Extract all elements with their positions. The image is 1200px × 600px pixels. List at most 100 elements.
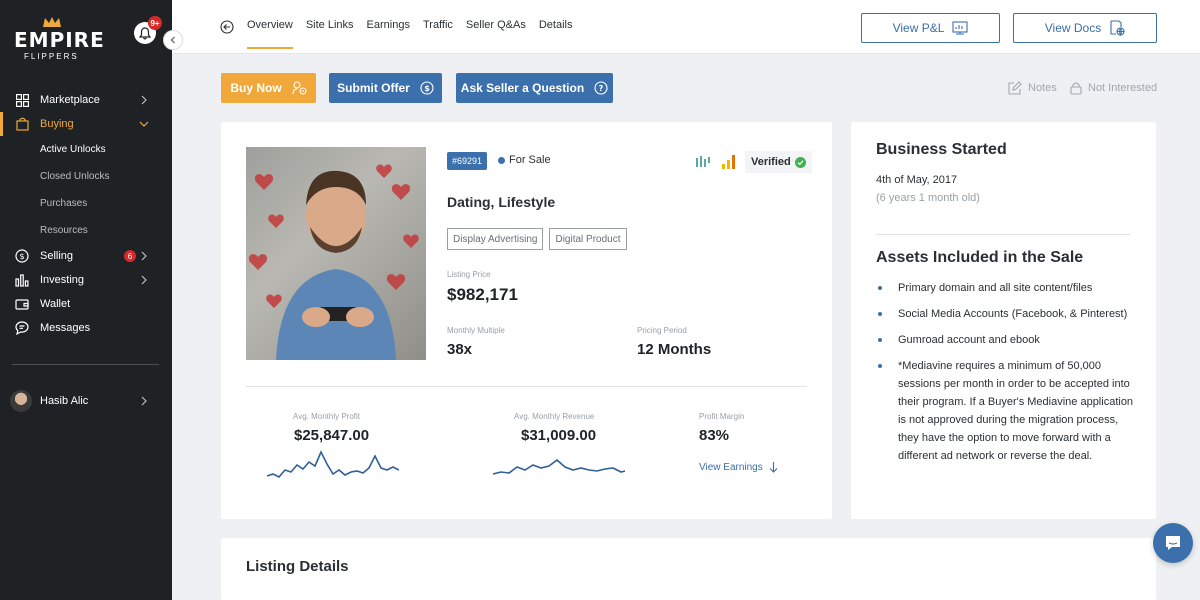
sidebar-divider bbox=[12, 364, 159, 365]
view-docs-button[interactable]: View Docs bbox=[1013, 13, 1157, 43]
logo-tagline: FLIPPERS bbox=[24, 52, 79, 61]
chevron-right-icon bbox=[141, 275, 147, 285]
tab-seller-qas[interactable]: Seller Q&As bbox=[466, 19, 526, 31]
report-icon bbox=[952, 21, 968, 35]
not-interested-button[interactable]: Not Interested bbox=[1070, 81, 1157, 95]
tab-details[interactable]: Details bbox=[539, 19, 573, 31]
sidebar-item-marketplace[interactable]: Marketplace bbox=[0, 88, 172, 112]
dollar-circle-icon: $ bbox=[420, 81, 434, 95]
view-pl-label: View P&L bbox=[892, 21, 945, 35]
tab-overview[interactable]: Overview bbox=[247, 19, 293, 49]
view-earnings-link[interactable]: View Earnings bbox=[699, 461, 778, 473]
view-pl-button[interactable]: View P&L bbox=[861, 13, 1000, 43]
top-bar: Overview Site Links Earnings Traffic Sel… bbox=[172, 0, 1200, 54]
profit-margin: 83% bbox=[699, 427, 730, 444]
submit-offer-label: Submit Offer bbox=[337, 81, 410, 95]
tab-earnings[interactable]: Earnings bbox=[367, 19, 410, 31]
mediavine-icon bbox=[696, 156, 710, 167]
listing-summary-card: #69291 For Sale Verified Dating, Lifesty… bbox=[221, 122, 832, 519]
sidebar-item-buying[interactable]: Buying bbox=[0, 112, 172, 136]
sidebar-item-label: Buying bbox=[40, 118, 74, 130]
listing-niche: Dating, Lifestyle bbox=[447, 194, 556, 210]
wallet-icon bbox=[15, 297, 29, 311]
sidebar-collapse-button[interactable] bbox=[163, 30, 183, 50]
dollar-circle-icon: $ bbox=[15, 249, 29, 263]
user-profile[interactable]: Hasib Alic bbox=[10, 389, 160, 413]
user-cart-icon bbox=[292, 81, 307, 95]
listing-status: For Sale bbox=[498, 154, 551, 166]
list-item: Primary domain and all site content/file… bbox=[876, 279, 1136, 297]
ask-seller-button[interactable]: Ask Seller a Question ? bbox=[456, 73, 613, 103]
back-arrow-icon[interactable] bbox=[220, 20, 234, 34]
notification-count-badge: 9+ bbox=[148, 16, 162, 30]
ask-seller-label: Ask Seller a Question bbox=[460, 81, 585, 95]
business-info-card: Business Started 4th of May, 2017 (6 yea… bbox=[851, 122, 1156, 519]
listing-photo bbox=[246, 147, 426, 360]
docs-globe-icon bbox=[1110, 20, 1125, 36]
avatar bbox=[10, 390, 32, 412]
question-circle-icon: ? bbox=[594, 81, 608, 95]
check-circle-icon bbox=[794, 156, 806, 168]
logo-wordmark: EMPIRE bbox=[14, 28, 105, 52]
avg-revenue-label: Avg. Monthly Revenue bbox=[514, 412, 595, 421]
chat-bubble-icon bbox=[15, 321, 29, 335]
card-divider bbox=[246, 386, 807, 387]
avg-profit-label: Avg. Monthly Profit bbox=[293, 412, 360, 421]
business-age: (6 years 1 month old) bbox=[876, 192, 980, 204]
sidebar-item-selling[interactable]: $ Selling 6 bbox=[0, 244, 172, 268]
sidebar-item-label: Messages bbox=[40, 322, 91, 334]
side-divider bbox=[876, 234, 1130, 235]
listing-details-card: Listing Details bbox=[221, 538, 1156, 600]
chevron-right-icon bbox=[141, 396, 147, 406]
sidebar-subitem-active-unlocks[interactable]: Active Unlocks bbox=[0, 136, 172, 163]
sidebar-subitem-purchases[interactable]: Purchases bbox=[0, 190, 172, 217]
monthly-multiple-label: Monthly Multiple bbox=[447, 326, 505, 335]
monetization-tags: Display Advertising Digital Product bbox=[447, 228, 627, 250]
crown-icon bbox=[43, 17, 61, 27]
monthly-multiple: 38x bbox=[447, 341, 473, 358]
buy-now-label: Buy Now bbox=[230, 81, 282, 95]
chat-support-button[interactable] bbox=[1153, 523, 1193, 563]
profit-sparkline bbox=[267, 450, 399, 478]
verification-badges: Verified bbox=[695, 151, 812, 173]
pricing-period-label: Pricing Period bbox=[637, 326, 687, 335]
verified-badge: Verified bbox=[745, 151, 812, 173]
photo-illustration bbox=[248, 164, 419, 360]
submit-offer-button[interactable]: Submit Offer $ bbox=[329, 73, 442, 103]
bell-icon bbox=[139, 26, 151, 39]
verified-label: Verified bbox=[751, 156, 791, 168]
pricing-period: 12 Months bbox=[637, 341, 712, 358]
assets-list: Primary domain and all site content/file… bbox=[876, 279, 1136, 473]
sidebar-item-investing[interactable]: Investing bbox=[0, 268, 172, 292]
bar-chart-icon bbox=[15, 273, 29, 287]
list-item: Gumroad account and ebook bbox=[876, 331, 1136, 349]
assets-heading: Assets Included in the Sale bbox=[876, 249, 1084, 266]
avg-revenue: $31,009.00 bbox=[521, 427, 597, 444]
profit-margin-label: Profit Margin bbox=[699, 412, 745, 421]
listing-details-heading: Listing Details bbox=[246, 558, 349, 575]
sidebar-item-label: Marketplace bbox=[40, 94, 100, 106]
avg-profit: $25,847.00 bbox=[294, 427, 370, 444]
chevron-down-icon bbox=[139, 121, 149, 127]
notes-button[interactable]: Notes bbox=[1008, 81, 1057, 95]
sidebar-item-wallet[interactable]: Wallet bbox=[0, 292, 172, 316]
tab-traffic[interactable]: Traffic bbox=[423, 19, 453, 31]
notes-label: Notes bbox=[1028, 82, 1057, 94]
grid-icon bbox=[15, 93, 29, 107]
not-interested-label: Not Interested bbox=[1088, 82, 1158, 94]
sidebar-item-label: Investing bbox=[40, 274, 85, 286]
sidebar-item-label: Selling bbox=[40, 250, 74, 262]
tag-digital-product: Digital Product bbox=[549, 228, 627, 250]
sidebar-item-messages[interactable]: Messages bbox=[0, 316, 172, 340]
chevron-left-icon bbox=[170, 36, 175, 44]
tab-site-links[interactable]: Site Links bbox=[306, 19, 354, 31]
buy-now-button[interactable]: Buy Now bbox=[221, 73, 316, 103]
sidebar-subitem-resources[interactable]: Resources bbox=[0, 217, 172, 244]
svg-text:$: $ bbox=[19, 252, 24, 261]
sidebar-subitem-closed-unlocks[interactable]: Closed Unlocks bbox=[0, 163, 172, 190]
status-dot bbox=[498, 156, 505, 164]
list-item: *Mediavine requires a minimum of 50,000 … bbox=[876, 357, 1136, 465]
svg-text:$: $ bbox=[424, 84, 430, 93]
empire-flippers-logo[interactable]: EMPIRE FLIPPERS bbox=[14, 16, 104, 61]
list-item: Social Media Accounts (Facebook, & Pinte… bbox=[876, 305, 1136, 323]
